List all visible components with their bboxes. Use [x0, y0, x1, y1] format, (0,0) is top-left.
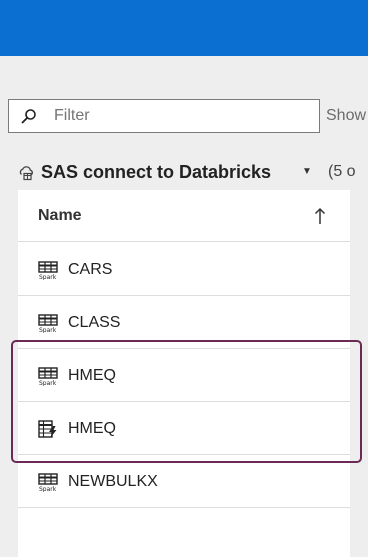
name-column-header[interactable]: Name [38, 207, 82, 225]
filter-placeholder: Filter [54, 107, 90, 124]
table-row[interactable]: Spark CARS [18, 243, 350, 296]
table-row[interactable]: Spark HMEQ [18, 349, 350, 402]
sort-ascending-icon[interactable] [314, 207, 326, 225]
table-name: HMEQ [68, 420, 116, 437]
table-row[interactable]: Spark CLASS [18, 296, 350, 349]
table-name: NEWBULKX [68, 473, 158, 490]
filter-input[interactable]: Filter [8, 99, 320, 133]
spark-table-icon: Spark [38, 261, 58, 280]
tables-list: Name Spark CARS Spark CLASS Spark HMEQ H… [18, 190, 350, 557]
search-icon [21, 109, 36, 124]
table-row[interactable]: HMEQ [18, 402, 350, 455]
chevron-down-icon[interactable]: ▼ [302, 166, 312, 177]
show-label[interactable]: Show [326, 107, 366, 125]
table-count: (5 o [328, 163, 356, 180]
table-row[interactable]: Spark NEWBULKX [18, 455, 350, 508]
app-header-bar [0, 0, 368, 56]
library-selector[interactable]: SAS connect to Databricks ▼ (5 o [18, 162, 368, 184]
svg-text:Spark: Spark [39, 274, 57, 280]
loaded-table-icon [38, 420, 57, 438]
table-name: HMEQ [68, 367, 116, 384]
svg-text:Spark: Spark [39, 486, 57, 492]
spark-table-icon: Spark [38, 314, 58, 333]
svg-text:Spark: Spark [39, 380, 57, 386]
library-name: SAS connect to Databricks [41, 162, 272, 182]
table-header[interactable]: Name [18, 190, 350, 242]
svg-text:Spark: Spark [39, 327, 57, 333]
spark-table-icon: Spark [38, 473, 58, 492]
table-name: CARS [68, 261, 113, 278]
cloud-library-icon [19, 166, 33, 181]
table-name: CLASS [68, 314, 121, 331]
spark-table-icon: Spark [38, 367, 58, 386]
